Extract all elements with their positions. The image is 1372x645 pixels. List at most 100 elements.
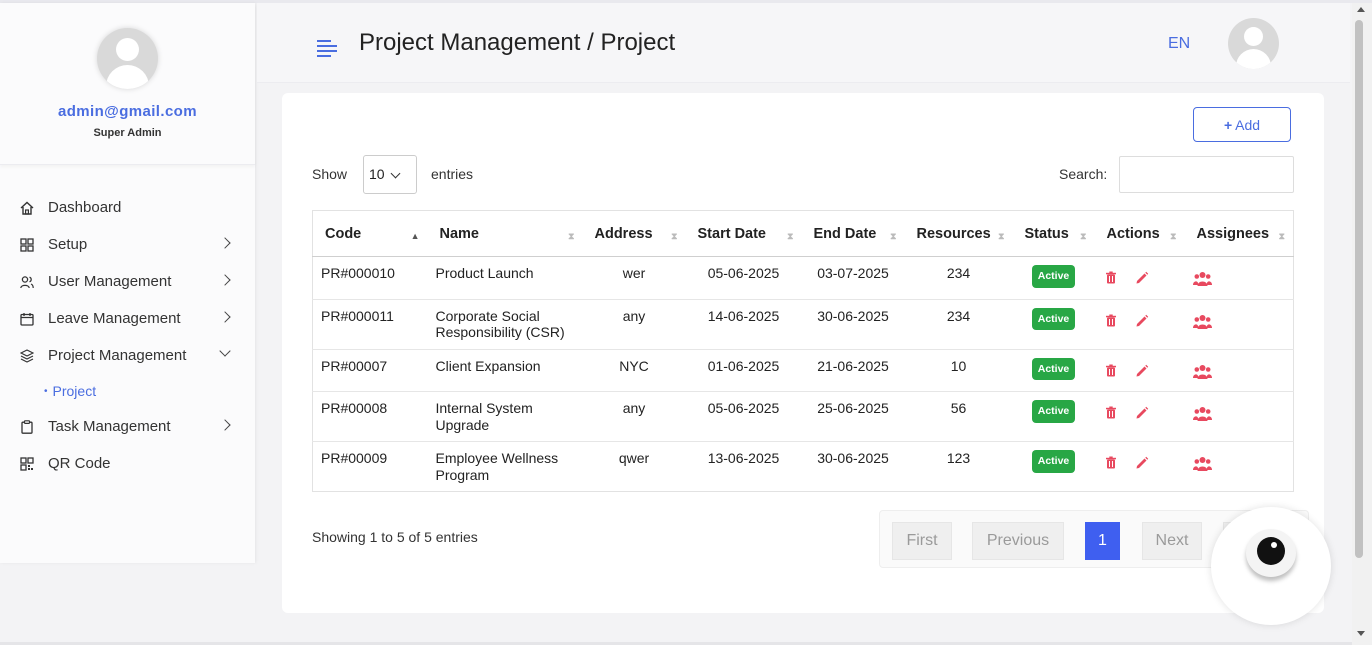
edit-icon[interactable]	[1135, 314, 1149, 332]
chevron-right-icon	[219, 311, 231, 323]
column-header-start-date[interactable]: Start Date ⧗	[685, 210, 802, 257]
delete-icon[interactable]	[1105, 271, 1117, 289]
cell-actions	[1094, 391, 1185, 442]
cell-name: Internal System Upgrade	[427, 391, 583, 442]
column-header-resources[interactable]: Resources ⧗	[904, 210, 1013, 257]
assignees-icon[interactable]	[1192, 364, 1212, 384]
profile-email: admin@gmail.com	[58, 103, 197, 120]
column-header-assignees[interactable]: Assignees ⧗	[1184, 210, 1294, 257]
column-header-name[interactable]: Name ⧗	[427, 210, 583, 257]
cell-address: NYC	[582, 348, 686, 392]
sidebar-nav: Dashboard Setup User Management Leave Ma…	[0, 189, 255, 482]
sidebar-item-setup[interactable]: Setup	[0, 226, 255, 263]
sort-icon: ⧗	[998, 231, 1005, 241]
cell-end-date: 30-06-2025	[801, 298, 905, 349]
sort-asc-icon: ▲	[410, 231, 420, 241]
profile-panel: admin@gmail.com Super Admin	[0, 3, 255, 165]
sidebar-item-user-management[interactable]: User Management	[0, 263, 255, 300]
eye-assistant-widget[interactable]	[1211, 507, 1331, 625]
scroll-up-arrow-icon[interactable]	[1357, 7, 1365, 12]
table-row: PR#00007 Client Expansion NYC 01-06-2025 21-…	[312, 348, 1294, 392]
assignees-icon[interactable]	[1192, 406, 1212, 426]
cell-code: PR#00009	[312, 441, 428, 492]
entries-label: entries	[431, 166, 474, 182]
page-title: Project Management / Project	[359, 29, 676, 56]
chevron-down-icon	[390, 168, 401, 179]
cell-name: Client Expansion	[427, 348, 583, 392]
scroll-down-arrow-icon[interactable]	[1357, 631, 1365, 636]
grid-icon	[20, 237, 34, 252]
sidebar-item-qr-code[interactable]: QR Code	[0, 445, 255, 482]
cell-code: PR#000010	[312, 256, 428, 299]
delete-icon[interactable]	[1105, 314, 1117, 332]
cell-assignees	[1184, 391, 1294, 442]
cell-end-date: 03-07-2025	[801, 256, 905, 299]
sidebar-item-label: Setup	[48, 236, 88, 253]
cell-address: qwer	[582, 441, 686, 492]
assignees-icon[interactable]	[1192, 271, 1212, 291]
status-badge: Active	[1031, 307, 1076, 330]
calendar-icon	[20, 312, 34, 326]
cell-start-date: 13-06-2025	[685, 441, 802, 492]
pagination-next[interactable]: Next	[1142, 522, 1202, 560]
column-header-code[interactable]: Code ▲	[312, 210, 428, 257]
home-icon	[20, 201, 34, 215]
language-switcher[interactable]: EN	[1168, 35, 1190, 53]
cell-address: any	[582, 298, 686, 349]
pagination-previous[interactable]: Previous	[972, 522, 1064, 560]
edit-icon[interactable]	[1135, 456, 1149, 474]
edit-icon[interactable]	[1135, 364, 1149, 382]
edit-icon[interactable]	[1135, 271, 1149, 289]
cell-assignees	[1184, 298, 1294, 349]
assignees-icon[interactable]	[1192, 456, 1212, 476]
column-header-status[interactable]: Status ⧗	[1012, 210, 1095, 257]
scrollbar-thumb[interactable]	[1355, 20, 1363, 558]
column-header-end-date[interactable]: End Date ⧗	[801, 210, 905, 257]
user-avatar[interactable]	[1228, 18, 1279, 69]
cell-resources: 234	[904, 298, 1013, 349]
delete-icon[interactable]	[1105, 456, 1117, 474]
pagination-page-1[interactable]: 1	[1085, 522, 1120, 560]
column-header-address[interactable]: Address ⧗	[582, 210, 686, 257]
column-header-actions[interactable]: Actions ⧗	[1094, 210, 1185, 257]
cell-code: PR#00008	[312, 391, 428, 442]
eye-icon	[1246, 529, 1296, 577]
delete-icon[interactable]	[1105, 364, 1117, 382]
cell-start-date: 01-06-2025	[685, 348, 802, 392]
show-label: Show	[312, 166, 348, 182]
entries-select-value: 10	[369, 166, 385, 182]
sidebar-item-task-management[interactable]: Task Management	[0, 408, 255, 445]
entries-per-page-select[interactable]: 10	[363, 155, 417, 194]
avatar[interactable]	[97, 28, 158, 89]
cell-end-date: 25-06-2025	[801, 391, 905, 442]
cell-address: any	[582, 391, 686, 442]
edit-icon[interactable]	[1135, 406, 1149, 424]
cell-resources: 234	[904, 256, 1013, 299]
cell-actions	[1094, 256, 1185, 299]
table-row: PR#000010 Product Launch wer 05-06-2025 03-0…	[312, 256, 1294, 299]
assignees-icon[interactable]	[1192, 314, 1212, 334]
sort-icon: ⧗	[890, 231, 897, 241]
cell-assignees	[1184, 348, 1294, 392]
sort-icon: ⧗	[1080, 231, 1087, 241]
sidebar-item-project-management[interactable]: Project Management	[0, 337, 255, 374]
cell-address: wer	[582, 256, 686, 299]
users-icon	[20, 275, 34, 289]
cell-status: Active	[1012, 441, 1095, 492]
cell-actions	[1094, 441, 1185, 492]
sidebar-subitem-project[interactable]: Project	[0, 374, 255, 408]
sidebar-item-label: Dashboard	[48, 199, 122, 216]
add-project-button[interactable]: + Add	[1193, 107, 1291, 142]
cell-status: Active	[1012, 298, 1095, 349]
menu-toggle-icon[interactable]	[317, 40, 337, 57]
cell-actions	[1094, 298, 1185, 349]
cell-start-date: 05-06-2025	[685, 256, 802, 299]
sidebar-item-dashboard[interactable]: Dashboard	[0, 189, 255, 226]
pagination-first[interactable]: First	[892, 522, 952, 560]
table-row: PR#00009 Employee Wellness Program qwer 13-…	[312, 441, 1294, 492]
delete-icon[interactable]	[1105, 406, 1117, 424]
sidebar-item-leave-management[interactable]: Leave Management	[0, 300, 255, 337]
search-input[interactable]	[1119, 156, 1294, 193]
cell-start-date: 14-06-2025	[685, 298, 802, 349]
plus-icon: +	[1223, 116, 1233, 133]
